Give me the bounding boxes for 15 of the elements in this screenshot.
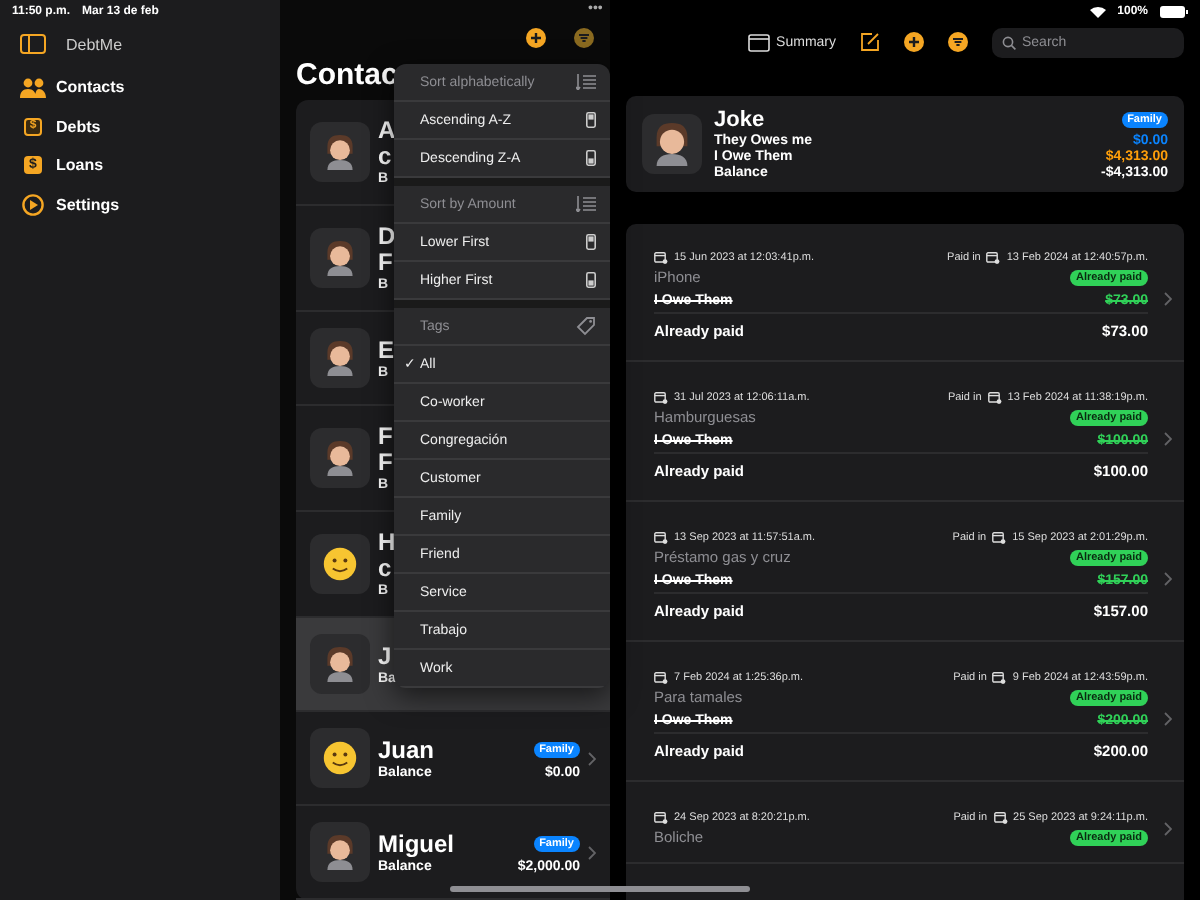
contact-name: c bbox=[378, 144, 394, 170]
contact-name: Joke bbox=[714, 108, 765, 132]
contact-name: F bbox=[378, 424, 393, 450]
contact-name: F bbox=[378, 250, 395, 276]
contact-name: E bbox=[378, 337, 395, 363]
contacts-title: Contac bbox=[296, 58, 398, 90]
contact-name: D bbox=[378, 224, 396, 250]
contact-name: H bbox=[378, 530, 396, 556]
contact-name: F bbox=[378, 450, 393, 476]
contact-name: A bbox=[378, 118, 396, 144]
app-title: DebtMe bbox=[66, 35, 123, 53]
contact-name: Miguel bbox=[378, 831, 454, 857]
contact-name: c bbox=[378, 556, 394, 582]
contact-name: J bbox=[378, 643, 392, 669]
contact-name: Juan bbox=[378, 737, 435, 763]
